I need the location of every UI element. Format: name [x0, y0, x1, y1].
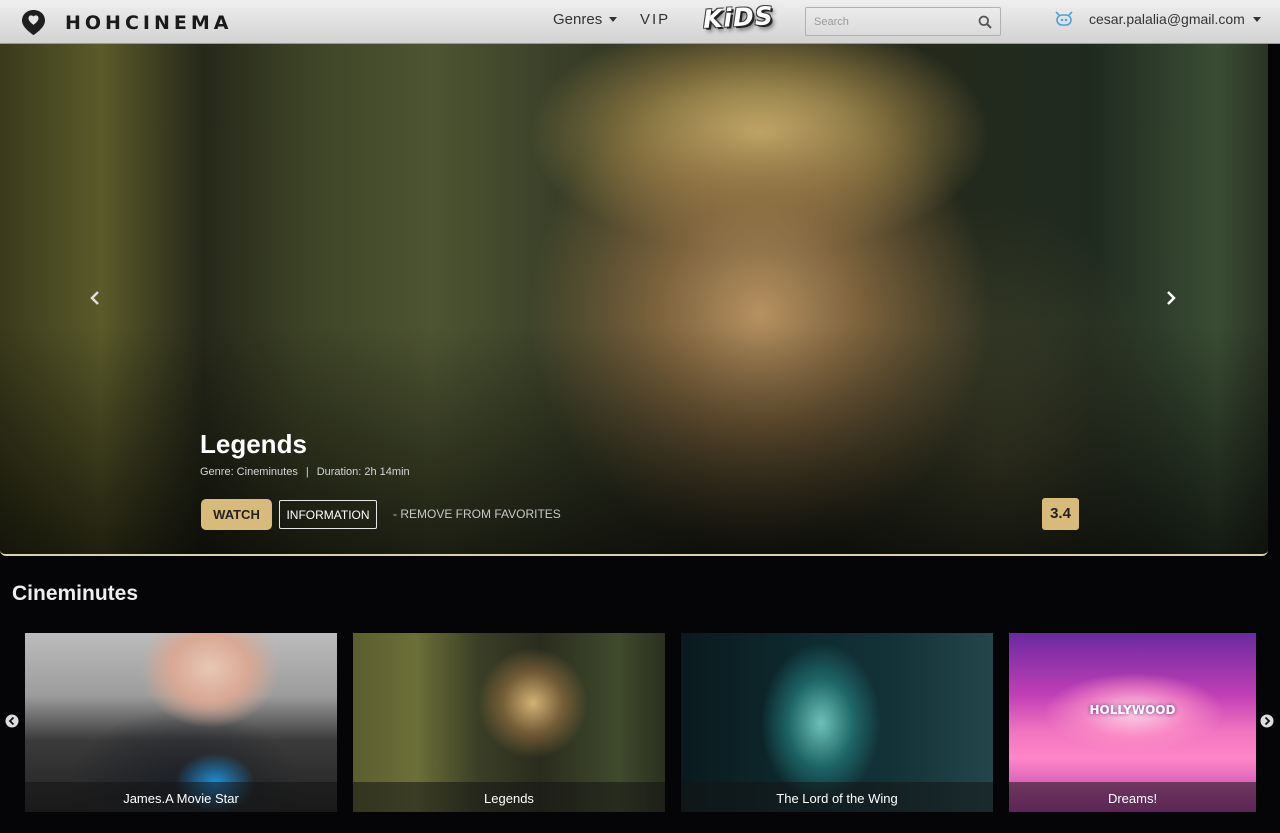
- movie-caption: Legends: [484, 791, 534, 806]
- hero-genre: Genre: Cineminutes: [200, 466, 298, 478]
- user-avatar-icon: [1055, 11, 1073, 26]
- chevron-right-icon[interactable]: [1260, 713, 1274, 729]
- hero-duration: Duration: 2h 14min: [316, 466, 410, 478]
- information-button[interactable]: INFORMATION: [279, 500, 377, 529]
- genres-label: Genres: [553, 11, 603, 28]
- movie-card[interactable]: The Lord of the Wing: [681, 633, 993, 812]
- top-navbar: HOHCINEMA Genres VIP KiDS cesar.palalia@…: [0, 0, 1280, 44]
- movie-caption: James.A Movie Star: [123, 791, 239, 806]
- watch-button[interactable]: WATCH: [201, 499, 272, 530]
- search-input[interactable]: [814, 12, 974, 32]
- movie-card[interactable]: HOLLYWOOD Dreams!: [1009, 633, 1256, 812]
- genres-dropdown[interactable]: Genres: [553, 11, 618, 28]
- rating-badge: 3.4: [1042, 498, 1079, 530]
- caret-down-icon: [1252, 16, 1261, 22]
- search-box: [805, 7, 1001, 36]
- section-title: Cineminutes: [12, 582, 139, 605]
- hero-banner: Legends Genre: Cineminutes | Duration: 2…: [0, 44, 1268, 556]
- chevron-left-icon[interactable]: [88, 290, 102, 306]
- meta-separator: |: [305, 466, 309, 478]
- user-email: cesar.palalia@gmail.com: [1089, 11, 1245, 27]
- brand-logo[interactable]: HOHCINEMA: [20, 9, 232, 36]
- chevron-left-icon[interactable]: [5, 713, 19, 729]
- hero-image: [0, 44, 1268, 554]
- hero-title: Legends: [200, 429, 307, 459]
- remove-favorites-link[interactable]: - REMOVE FROM FAVORITES: [393, 507, 561, 521]
- caret-down-icon: [609, 17, 618, 22]
- movie-caption: The Lord of the Wing: [776, 791, 898, 806]
- logo-icon: [22, 10, 45, 35]
- chevron-right-icon[interactable]: [1164, 290, 1178, 306]
- vip-link[interactable]: VIP: [640, 11, 670, 28]
- poster-text: HOLLYWOOD: [1089, 703, 1176, 717]
- movie-caption: Dreams!: [1107, 791, 1158, 806]
- hero-meta: Genre: Cineminutes | Duration: 2h 14min: [200, 466, 410, 478]
- brand-name: HOHCINEMA: [65, 11, 233, 34]
- movie-card[interactable]: Legends: [353, 633, 665, 812]
- kids-link[interactable]: KiDS: [702, 1, 774, 34]
- movie-card[interactable]: James.A Movie Star: [25, 633, 337, 812]
- user-menu[interactable]: cesar.palalia@gmail.com: [1054, 10, 1261, 28]
- search-icon[interactable]: [978, 15, 992, 29]
